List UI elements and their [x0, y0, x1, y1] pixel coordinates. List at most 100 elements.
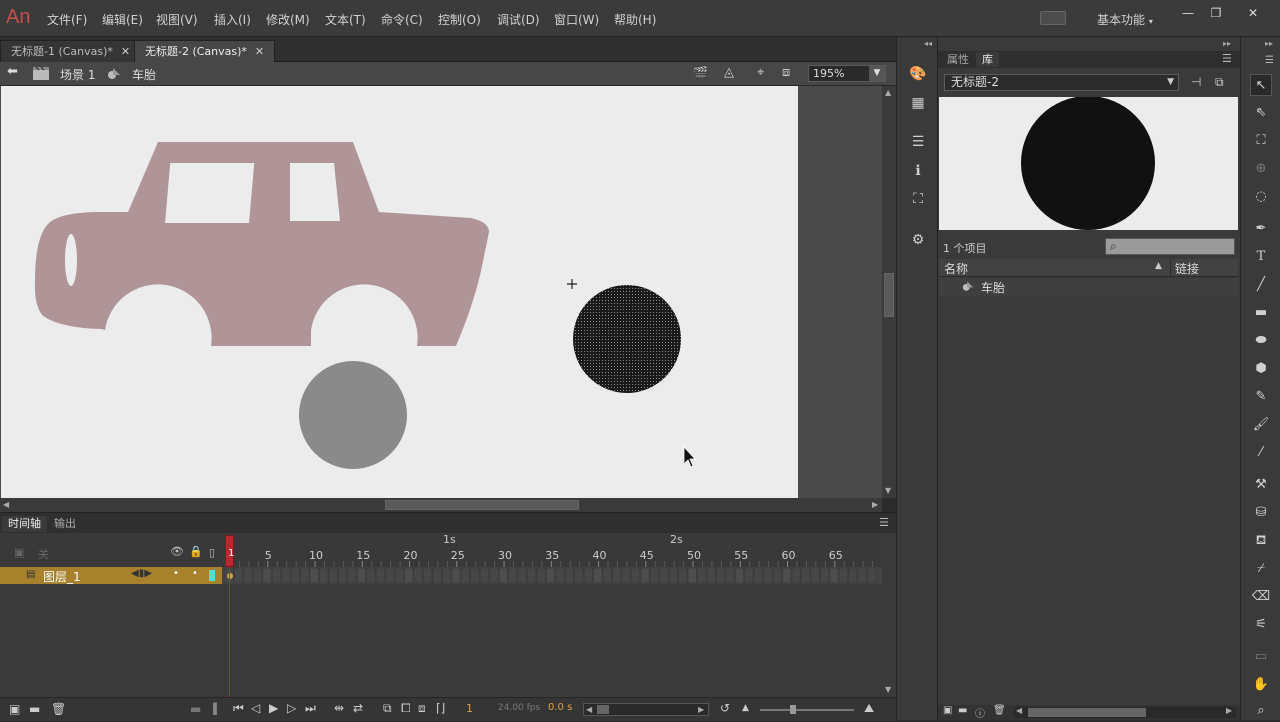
- frame-cell[interactable]: [517, 567, 527, 584]
- timeline-hscroll[interactable]: ◀ ▶: [583, 703, 709, 716]
- camera-icon[interactable]: ▬: [190, 702, 201, 716]
- frame-cell[interactable]: [536, 567, 546, 584]
- frame-cell[interactable]: [281, 567, 291, 584]
- frame-cell[interactable]: [508, 567, 518, 584]
- chevron-down-icon[interactable]: ▼: [869, 66, 885, 81]
- horizontal-scroll-thumb[interactable]: [385, 500, 579, 510]
- library-hscroll[interactable]: ◀ ▶: [1014, 706, 1236, 718]
- vertical-scrollbar[interactable]: ▲ ▼: [882, 86, 896, 498]
- align-icon[interactable]: ☰: [907, 131, 929, 153]
- hand-tool-icon[interactable]: ✋: [1250, 674, 1272, 696]
- frame-cell[interactable]: [498, 567, 508, 584]
- library-item[interactable]: 车胎: [939, 278, 1238, 296]
- frame-cell[interactable]: [763, 567, 773, 584]
- lasso-tool-icon[interactable]: ◌: [1250, 186, 1272, 208]
- frame-cell[interactable]: [621, 567, 631, 584]
- panel-menu-icon[interactable]: ☰: [1265, 55, 1274, 66]
- menu-text[interactable]: 文本(T): [325, 11, 366, 28]
- horizontal-scrollbar[interactable]: ◀ ▶: [0, 498, 882, 512]
- frame-cell[interactable]: [252, 567, 263, 584]
- menu-debug[interactable]: 调试(D): [497, 11, 540, 28]
- free-transform-tool-icon[interactable]: ⛶: [1250, 130, 1272, 152]
- frame-cell[interactable]: [715, 567, 726, 584]
- frame-cell[interactable]: [744, 567, 754, 584]
- frame-cell[interactable]: [782, 567, 792, 584]
- zoom-select[interactable]: 195% ▼: [808, 65, 886, 82]
- menu-view[interactable]: 视图(V): [156, 11, 198, 28]
- frame-cell[interactable]: [545, 567, 556, 584]
- frame-cell[interactable]: [725, 567, 735, 584]
- column-name[interactable]: 名称: [944, 260, 968, 277]
- frame-cell[interactable]: [753, 567, 764, 584]
- library-document-select[interactable]: 无标题-2 ▼: [944, 74, 1179, 91]
- frame-cell[interactable]: [848, 567, 858, 584]
- close-icon[interactable]: ✕: [255, 45, 264, 58]
- zoom-large-icon[interactable]: ⛰: [864, 701, 874, 716]
- scroll-right-icon[interactable]: ▶: [872, 500, 878, 509]
- frame-cell[interactable]: [489, 567, 499, 584]
- layer-nav-icon[interactable]: ◀▮▶: [131, 568, 152, 579]
- stage[interactable]: [1, 86, 798, 498]
- collapse-icon[interactable]: ◂◂: [924, 39, 932, 48]
- frame-cell[interactable]: [649, 567, 660, 584]
- tab-library[interactable]: 库: [976, 52, 999, 67]
- tab-properties[interactable]: 属性: [941, 52, 975, 67]
- frame-cell[interactable]: [309, 567, 320, 584]
- frame-cell[interactable]: [640, 567, 650, 584]
- loop-icon[interactable]: ⇄: [353, 701, 363, 715]
- tire-selected[interactable]: [573, 285, 681, 393]
- close-icon[interactable]: ✕: [121, 45, 130, 58]
- edit-scene-icon[interactable]: 🎬: [693, 66, 708, 80]
- pen-tool-icon[interactable]: ✒: [1250, 218, 1272, 240]
- frame-cell[interactable]: [659, 567, 669, 584]
- frame-cell[interactable]: [328, 567, 338, 584]
- frame-cell[interactable]: [347, 567, 357, 584]
- swatches-grid-icon[interactable]: ▦: [907, 92, 929, 114]
- subselection-tool-icon[interactable]: ⇖: [1250, 102, 1272, 124]
- menu-help[interactable]: 帮助(H): [614, 11, 656, 28]
- new-layer-icon[interactable]: ▣: [9, 702, 20, 716]
- ink-bottle-tool-icon[interactable]: ⛾: [1250, 530, 1272, 552]
- timeline-hscroll-thumb[interactable]: [597, 705, 609, 714]
- frame-cell[interactable]: [706, 567, 716, 584]
- keyframe[interactable]: [227, 573, 233, 579]
- vertical-scroll-thumb[interactable]: [884, 273, 894, 317]
- text-tool-icon[interactable]: T: [1250, 246, 1272, 268]
- frame-cell[interactable]: [602, 567, 612, 584]
- new-folder-icon[interactable]: ▬: [29, 702, 40, 716]
- frame-cell[interactable]: [233, 567, 244, 584]
- scroll-right-icon[interactable]: ▶: [698, 704, 704, 715]
- eye-icon[interactable]: 👁: [170, 545, 184, 558]
- frame-cell[interactable]: [772, 567, 783, 584]
- stage-area[interactable]: [0, 86, 882, 498]
- step-forward-icon[interactable]: ▷: [287, 701, 296, 715]
- expand-icon[interactable]: ▸▸: [1223, 39, 1231, 48]
- zoom-small-icon[interactable]: ▲: [742, 703, 749, 713]
- lock-icon[interactable]: 🔒: [189, 545, 203, 558]
- brush-tool-icon[interactable]: ⁄: [1250, 442, 1272, 464]
- frame-cell[interactable]: [470, 567, 480, 584]
- tire-gray[interactable]: [299, 361, 407, 469]
- transform-icon[interactable]: ⛶: [907, 188, 929, 210]
- frame-cell[interactable]: [300, 567, 310, 584]
- workspace-sync-icon[interactable]: [1040, 11, 1066, 25]
- close-window-button[interactable]: ✕: [1242, 4, 1264, 22]
- frame-cell[interactable]: [829, 567, 839, 584]
- color-palette-icon[interactable]: 🎨: [907, 63, 929, 85]
- back-arrow-icon[interactable]: ⬅: [7, 64, 18, 79]
- tab-untitled-2[interactable]: 无标题-2 (Canvas)* ✕: [134, 40, 276, 62]
- frame-cell[interactable]: [422, 567, 433, 584]
- frame-cell[interactable]: [611, 567, 622, 584]
- paint-bucket-tool-icon[interactable]: ⛁: [1250, 502, 1272, 524]
- new-library-icon[interactable]: ⧉: [1215, 75, 1224, 90]
- frame-cell[interactable]: [630, 567, 641, 584]
- frame-cell[interactable]: [290, 567, 301, 584]
- zoom-slider-thumb[interactable]: [790, 705, 796, 714]
- frame-cell[interactable]: [271, 567, 282, 584]
- car-body[interactable]: [34, 142, 490, 346]
- frame-cell[interactable]: [678, 567, 688, 584]
- components-icon[interactable]: ⚙: [907, 229, 929, 251]
- scroll-right-icon[interactable]: ▶: [1226, 706, 1232, 715]
- layer-row[interactable]: ▤ 图层_1 ◀▮▶ • •: [0, 567, 882, 584]
- onion-skin-icon[interactable]: ⧉: [383, 701, 392, 716]
